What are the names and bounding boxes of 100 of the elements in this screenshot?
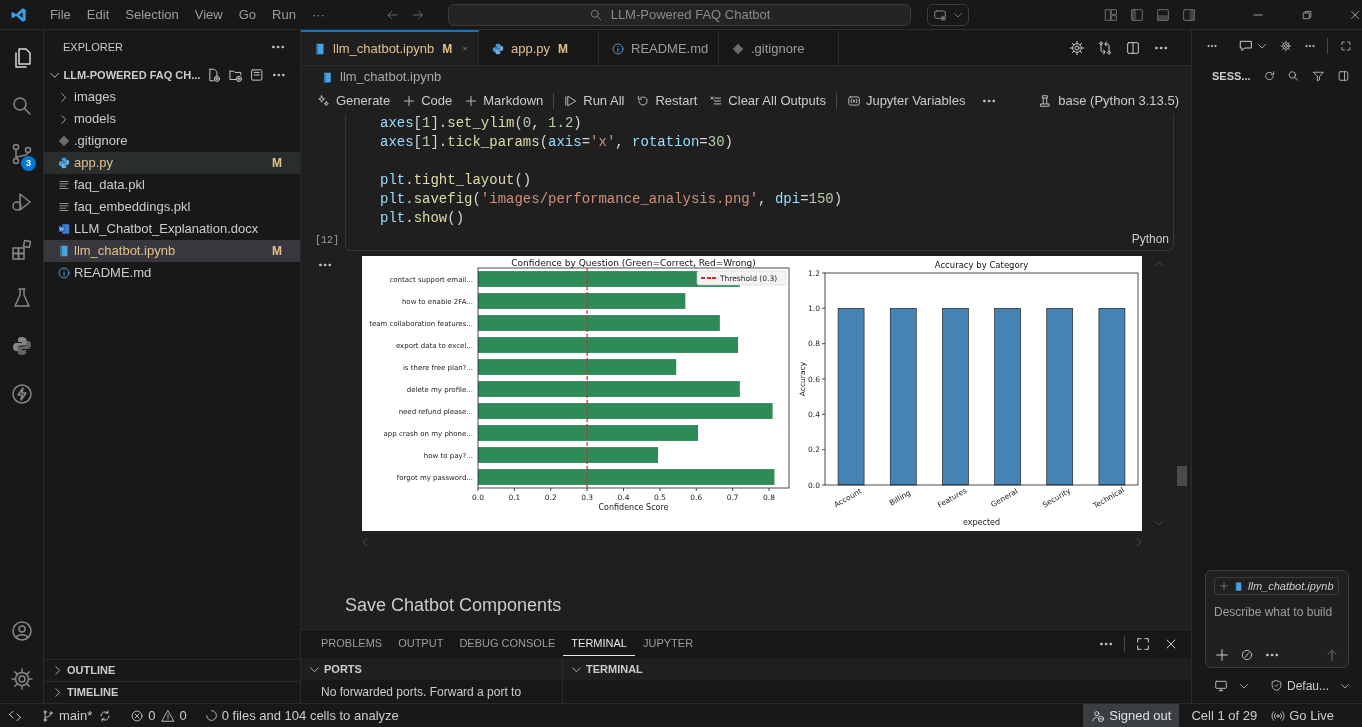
account-status[interactable]: Signed out	[1083, 703, 1180, 727]
cell-status[interactable]: Cell 1 of 29	[1187, 705, 1262, 726]
editor-tab[interactable]: llm_chatbot.ipynb M	[301, 30, 479, 65]
file-tree-item[interactable]: .gitignore	[44, 130, 300, 152]
notification-badge: 3	[21, 156, 36, 171]
notebook-file-icon	[1233, 580, 1244, 592]
account-icon[interactable]	[9, 619, 34, 643]
file-tree-item[interactable]: LLM_Chatbot_Explanation.docx	[44, 218, 300, 240]
empty-message: No forwarded ports. Forward a port to	[320, 684, 523, 701]
analysis-status[interactable]: 0 files and 104 cells to analyze	[200, 705, 403, 726]
editor-tab[interactable]: .gitignore	[719, 30, 839, 65]
section-header[interactable]: TERMINAL	[563, 658, 1191, 680]
language-label[interactable]: Python	[1131, 230, 1169, 248]
monitor-icon[interactable]	[1214, 678, 1228, 693]
menu-item[interactable]: Run	[264, 4, 304, 25]
markdown-heading: Save Chatbot Components	[345, 594, 563, 617]
section-header[interactable]: PORTS	[301, 658, 562, 680]
axis-label: Confidence Score	[598, 503, 669, 512]
panel-icon[interactable]	[1337, 68, 1350, 84]
kernel-picker[interactable]: base (Python 3.13.5)	[1038, 91, 1179, 111]
problems-status[interactable]: 0 0	[126, 705, 191, 726]
code-line: plt.show()	[379, 209, 466, 228]
plus-icon	[402, 94, 417, 108]
scrollbar-thumb[interactable]	[1177, 466, 1187, 486]
toolbar-button[interactable]: Code	[396, 90, 459, 112]
breadcrumb[interactable]: llm_chatbot.ipynb	[301, 66, 1191, 88]
compare-icon[interactable]	[1097, 39, 1113, 56]
code-line: axes[1].set_ylim(0, 1.2)	[379, 114, 583, 133]
maximize-icon[interactable]	[1135, 636, 1151, 652]
extensions-icon[interactable]	[9, 238, 34, 262]
layout-icon[interactable]	[1102, 6, 1119, 23]
lightning-icon[interactable]	[9, 382, 34, 406]
menu-item[interactable]: Edit	[78, 4, 118, 25]
menu-item[interactable]: View	[186, 4, 231, 25]
toolbar-button[interactable]: Markdown	[458, 90, 550, 112]
search-icon[interactable]	[1287, 68, 1301, 84]
panel-tab[interactable]: DEBUG CONSOLE	[451, 632, 564, 656]
collapse-icon[interactable]	[249, 67, 265, 83]
section-header[interactable]: OUTLINE	[44, 659, 300, 681]
editor-tab[interactable]: README.md	[599, 30, 719, 65]
search-icon	[588, 7, 603, 22]
branch-status[interactable]: main*	[37, 705, 97, 726]
chat-input[interactable]: llm_chatbot.ipynb Describe what to build	[1205, 570, 1349, 668]
git-status-letter: M	[272, 155, 282, 172]
chat-menu-button[interactable]	[927, 3, 969, 26]
editor-tab[interactable]: app.py M	[479, 30, 599, 65]
panel-tab[interactable]: PROBLEMS	[313, 632, 391, 656]
chart-title: Confidence by Question (Green=Correct, Red=Wrong)	[511, 258, 756, 268]
settings-icon[interactable]	[9, 667, 34, 691]
file-tree-item[interactable]: models	[44, 108, 300, 130]
toolbar-button[interactable]: Clear All Outputs	[703, 90, 832, 112]
settings-icon[interactable]	[1069, 39, 1085, 56]
menu-item[interactable]: File	[41, 4, 79, 25]
menu-item[interactable]: Go	[230, 4, 265, 25]
plus-icon[interactable]	[1214, 647, 1230, 663]
panel-tab[interactable]: JUPYTER	[634, 632, 702, 656]
info-icon	[611, 41, 625, 56]
code-line: plt.tight_layout()	[379, 171, 533, 190]
code-cell[interactable]: axes[1].set_ylim(0, 1.2) axes[1].tick_params(axis='x', rotation=30) plt.tight_layout() plt.savefig('images/performance_analysis.png', dpi=150) plt.show() Python	[345, 114, 1174, 251]
new-folder-icon[interactable]	[227, 67, 244, 83]
file-tree-item[interactable]: README.md	[44, 262, 300, 284]
restart-icon	[636, 94, 651, 108]
panel-tab[interactable]: TERMINAL	[563, 632, 635, 656]
spinner-icon	[204, 709, 218, 722]
maximize-icon[interactable]	[1340, 38, 1352, 54]
go-live-button[interactable]: Go Live	[1267, 705, 1338, 726]
sparkle-icon	[317, 94, 331, 108]
menu-item[interactable]: ···	[303, 4, 333, 25]
layout-icon[interactable]	[1128, 6, 1145, 23]
layout-icon[interactable]	[1180, 6, 1197, 23]
new-file-icon[interactable]	[206, 67, 222, 83]
section-title: SESS...	[1212, 68, 1251, 84]
folder-title[interactable]: LLM-POWERED FAQ CH...	[63, 66, 201, 84]
file-tree-item[interactable]: llm_chatbot.ipynb M	[44, 240, 300, 262]
layout-icon[interactable]	[1154, 6, 1171, 23]
run-debug-icon[interactable]	[9, 190, 34, 214]
search-field[interactable]: LLM-Powered FAQ Chatbot	[447, 3, 912, 26]
menu-item[interactable]: Selection	[117, 4, 187, 25]
python-file-icon	[57, 156, 71, 170]
git-status-letter: M	[558, 40, 569, 58]
file-tree-item[interactable]: app.py M	[44, 152, 300, 174]
toolbar-button[interactable]: Run All	[558, 90, 631, 112]
split-editor-icon[interactable]	[1125, 39, 1141, 56]
diamond-file-icon	[731, 41, 745, 56]
error-icon	[130, 708, 145, 723]
axis-label: expected	[962, 518, 1001, 527]
file-attachment-chip[interactable]: llm_chatbot.ipynb	[1214, 577, 1339, 595]
panel-tab[interactable]: OUTPUT	[390, 632, 452, 656]
settings-icon[interactable]	[1279, 38, 1292, 54]
sync-icon[interactable]	[98, 708, 113, 723]
toolbar-button[interactable]: Restart	[630, 90, 704, 112]
file-tree-item[interactable]: faq_embeddings.pkl	[44, 196, 300, 218]
toolbar-button[interactable]: Jupyter Variables	[840, 90, 972, 112]
mode-picker[interactable]: Defau...	[1270, 676, 1330, 695]
toolbar-button[interactable]: Generate	[311, 90, 397, 112]
file-tree-item[interactable]: faq_data.pkl	[44, 174, 300, 196]
clear-list-icon	[709, 94, 724, 108]
broadcast-icon	[1271, 708, 1286, 723]
chat-button[interactable]	[1237, 38, 1268, 54]
file-tree-item[interactable]: images	[44, 86, 300, 108]
